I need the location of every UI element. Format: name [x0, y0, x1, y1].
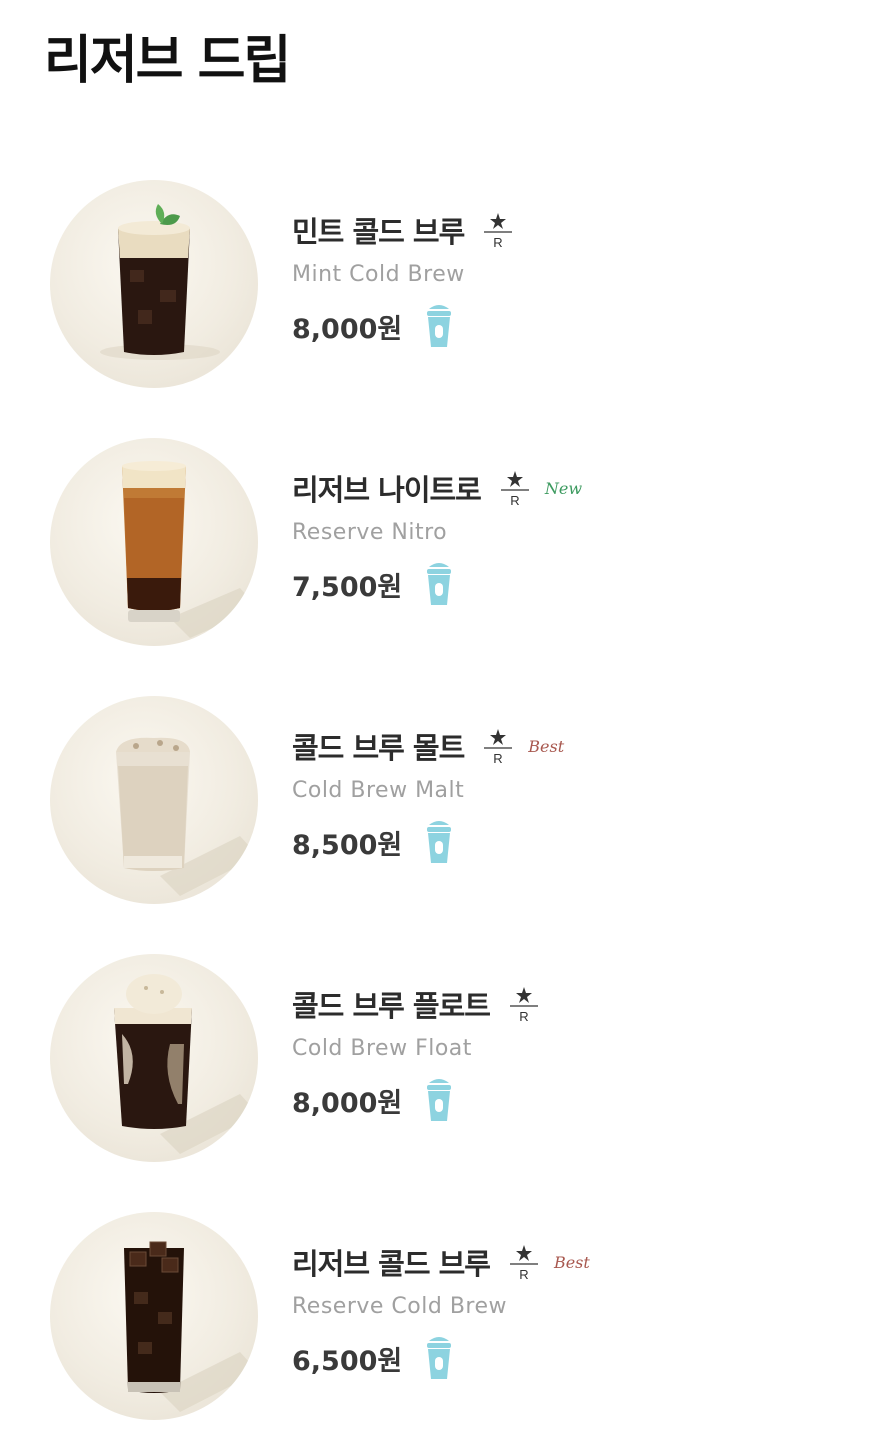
drink-image[interactable] — [50, 954, 258, 1162]
page-title: 리저브 드립 — [44, 31, 291, 91]
item-name-ko: 민트 콜드 브루 — [292, 215, 465, 249]
item-name-ko: 리저브 콜드 브루 — [292, 1247, 491, 1281]
item-info: 콜드 브루 몰트 R Best Cold Brew Malt 8,500원 — [292, 726, 564, 866]
price-row: 7,500원 — [292, 560, 582, 608]
reserve-star-icon: R — [508, 1242, 540, 1282]
name-row: 리저브 콜드 브루 R Best — [292, 1242, 590, 1282]
item-info: 리저브 콜드 브루 R Best Reserve Cold Brew 6,500… — [292, 1242, 590, 1382]
drink-image[interactable] — [50, 696, 258, 904]
item-name-ko: 콜드 브루 플로트 — [292, 989, 491, 1023]
item-name-en: Mint Cold Brew — [292, 262, 465, 287]
item-price: 6,500원 — [292, 1345, 403, 1377]
name-row: 민트 콜드 브루 R — [292, 210, 514, 250]
iced-cup-icon — [424, 1335, 454, 1381]
item-info: 리저브 나이트로 R New Reserve Nitro 7,500원 — [292, 468, 582, 608]
item-name-ko: 리저브 나이트로 — [292, 473, 482, 507]
iced-cup-icon — [424, 303, 454, 349]
new-tag: New — [544, 478, 583, 498]
reserve-mark-text: R — [510, 493, 519, 508]
price-row: 8,000원 — [292, 302, 514, 350]
name-row: 콜드 브루 플로트 R — [292, 984, 540, 1024]
name-row: 콜드 브루 몰트 R Best — [292, 726, 564, 766]
item-info: 민트 콜드 브루 R Mint Cold Brew 8,000원 — [292, 210, 514, 350]
price-row: 8,000원 — [292, 1076, 540, 1124]
reserve-mark-text: R — [494, 235, 503, 250]
price-row: 6,500원 — [292, 1334, 590, 1382]
menu-item-reserve-nitro[interactable]: 리저브 나이트로 R New Reserve Nitro 7,500원 — [0, 438, 877, 648]
best-tag: Best — [528, 736, 565, 756]
best-tag: Best — [553, 1252, 590, 1272]
item-info: 콜드 브루 플로트 R Cold Brew Float 8,000원 — [292, 984, 540, 1124]
reserve-star-icon: R — [482, 726, 514, 766]
drink-image[interactable] — [50, 1212, 258, 1420]
menu-item-mint-cold-brew[interactable]: 민트 콜드 브루 R Mint Cold Brew 8,000원 — [0, 180, 877, 390]
drink-image[interactable] — [50, 438, 258, 646]
menu-item-reserve-cold-brew[interactable]: 리저브 콜드 브루 R Best Reserve Cold Brew 6,500… — [0, 1212, 877, 1422]
item-name-en: Reserve Nitro — [292, 520, 448, 545]
item-price: 8,000원 — [292, 313, 403, 345]
iced-cup-icon — [424, 819, 454, 865]
iced-cup-icon — [424, 1077, 454, 1123]
reserve-mark-text: R — [519, 1267, 528, 1282]
reserve-star-icon: R — [508, 984, 540, 1024]
item-name-en: Cold Brew Malt — [292, 778, 465, 803]
item-name-ko: 콜드 브루 몰트 — [292, 731, 465, 765]
iced-cup-icon — [424, 561, 454, 607]
item-price: 8,500원 — [292, 829, 403, 861]
reserve-mark-text: R — [494, 751, 503, 766]
item-name-en: Cold Brew Float — [292, 1036, 472, 1061]
item-name-en: Reserve Cold Brew — [292, 1294, 507, 1319]
reserve-star-icon: R — [499, 468, 531, 508]
menu-item-cold-brew-malt[interactable]: 콜드 브루 몰트 R Best Cold Brew Malt 8,500원 — [0, 696, 877, 906]
drink-image[interactable] — [50, 180, 258, 388]
reserve-mark-text: R — [519, 1009, 528, 1024]
name-row: 리저브 나이트로 R New — [292, 468, 582, 508]
menu-item-cold-brew-float[interactable]: 콜드 브루 플로트 R Cold Brew Float 8,000원 — [0, 954, 877, 1164]
reserve-star-icon: R — [482, 210, 514, 250]
price-row: 8,500원 — [292, 818, 564, 866]
item-price: 7,500원 — [292, 571, 403, 603]
item-price: 8,000원 — [292, 1087, 403, 1119]
